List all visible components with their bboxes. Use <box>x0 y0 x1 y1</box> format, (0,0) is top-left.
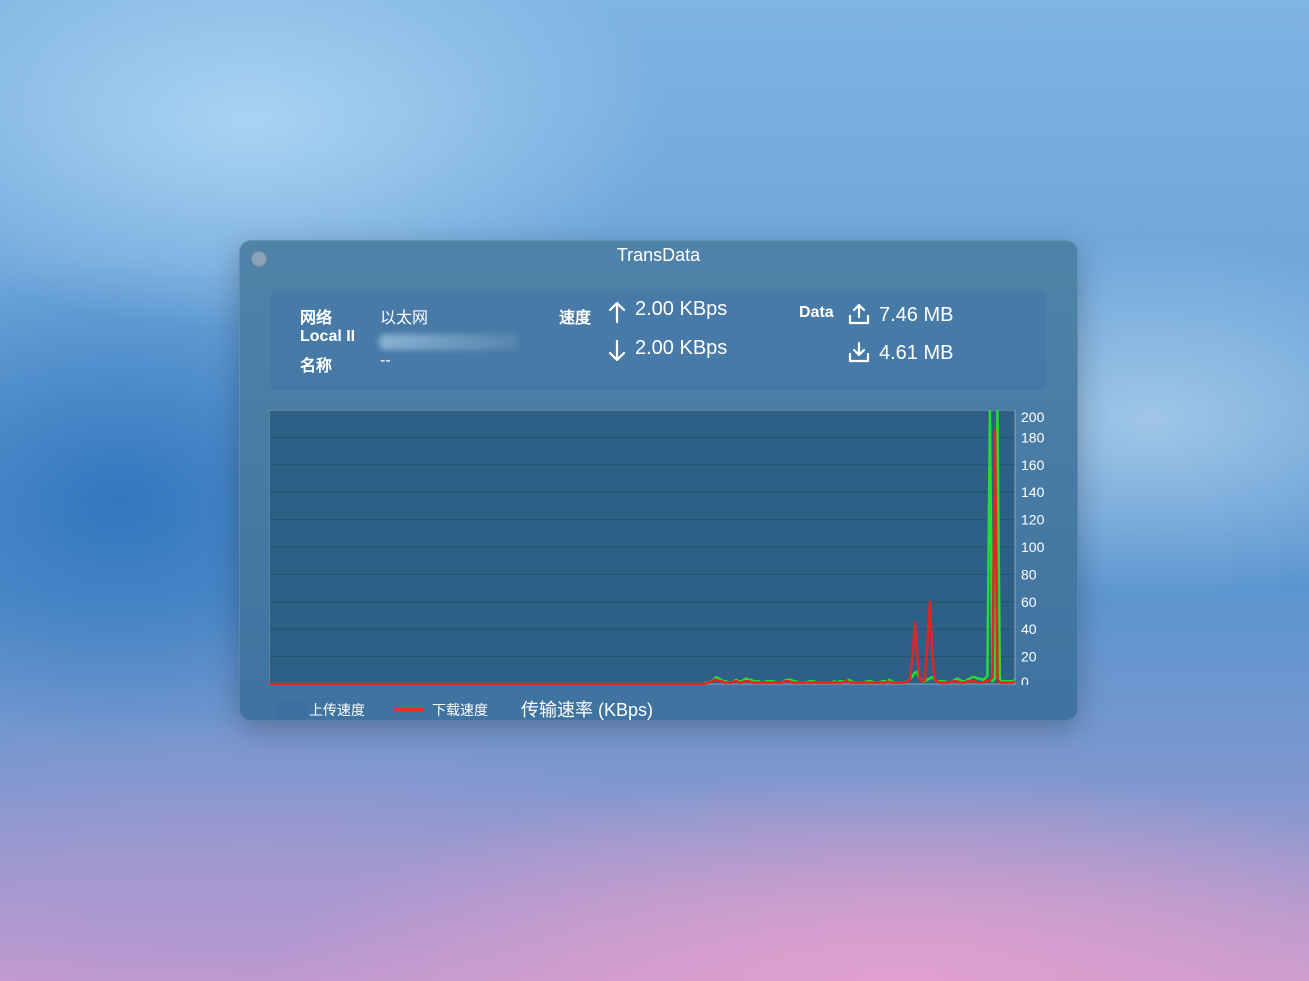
download-icon <box>848 341 870 363</box>
arrow-up-icon <box>608 301 626 324</box>
legend-upload-swatch <box>277 702 305 718</box>
network-label: 网络 <box>300 310 333 327</box>
y-tick-label: 20 <box>1021 649 1037 665</box>
name-value: -- <box>380 352 391 369</box>
y-tick-label: 0 <box>1021 674 1029 685</box>
y-tick-label: 100 <box>1021 539 1045 555</box>
download-speed-value: 2.00 KBps <box>635 337 728 359</box>
y-axis-ticks: 0 20 40 60 80 100 120 140 160 180 200 <box>1021 409 1045 690</box>
chart-legend: 上传速度 下载速度 传输速率 (KBps) <box>269 692 969 721</box>
y-tick-label: 60 <box>1021 594 1037 610</box>
name-label: 名称 <box>300 358 333 375</box>
speed-label: 速度 <box>559 310 592 327</box>
y-tick-label: 80 <box>1021 566 1037 582</box>
legend-download-swatch <box>394 708 424 711</box>
local-ip-value-redacted <box>379 334 519 350</box>
transfer-rate-chart: 0 20 40 60 80 100 120 140 160 180 200 <box>268 408 1048 690</box>
data-label: Data <box>799 304 834 321</box>
chart-svg: 0 20 40 60 80 100 120 140 160 180 200 <box>268 408 1045 690</box>
upload-total-value: 7.46 MB <box>879 304 954 326</box>
window-title: TransData <box>616 245 701 265</box>
y-tick-label: 40 <box>1021 621 1037 637</box>
transdata-window: TransData 网络 以太网 Local II 名称 -- 速度 2.00 … <box>239 240 1078 721</box>
y-tick-label: 200 <box>1021 410 1045 425</box>
network-value: 以太网 <box>380 310 429 327</box>
legend-upload-label: 上传速度 <box>309 702 365 718</box>
y-tick-label: 140 <box>1021 484 1045 500</box>
y-tick-label: 180 <box>1021 429 1045 445</box>
y-tick-label: 120 <box>1021 512 1045 528</box>
arrow-down-icon <box>608 339 626 362</box>
y-tick-label: 160 <box>1021 457 1045 473</box>
chart-caption: 传输速率 (KBps) <box>521 700 654 720</box>
upload-icon <box>848 303 870 325</box>
legend-download-label: 下载速度 <box>432 702 488 718</box>
upload-speed-value: 2.00 KBps <box>635 298 728 320</box>
local-ip-label: Local II <box>300 328 356 345</box>
download-total-value: 4.61 MB <box>879 342 954 364</box>
network-info-panel: 网络 以太网 Local II 名称 -- 速度 2.00 KBps 2.00 … <box>269 290 1048 392</box>
